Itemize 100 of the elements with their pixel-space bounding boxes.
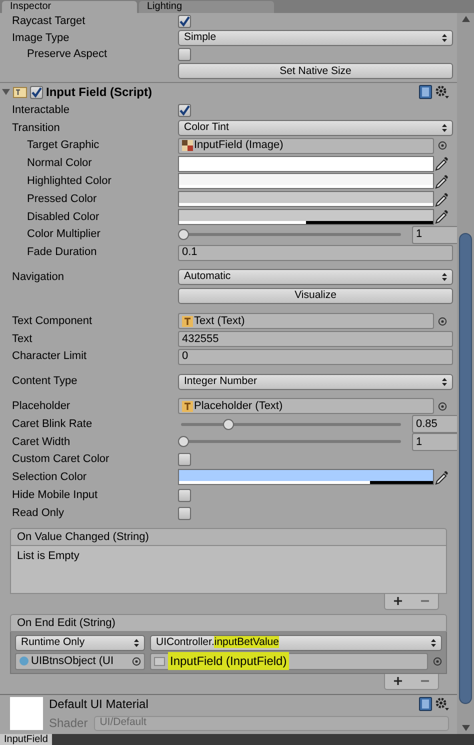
- checkbox[interactable]: [178, 14, 191, 28]
- checkbox[interactable]: [178, 104, 191, 117]
- object-field[interactable]: InputField (Image): [178, 138, 434, 154]
- number-field[interactable]: 1: [412, 226, 460, 244]
- component-title: Input Field (Script): [46, 84, 153, 102]
- color-field[interactable]: [178, 191, 434, 208]
- image-icon: [182, 140, 193, 152]
- property-label: Color Multiplier: [26, 227, 102, 242]
- property-label: Selection Color: [11, 470, 88, 486]
- object-field[interactable]: Text (Text): [178, 313, 434, 330]
- argument-text: InputField (InputField): [168, 652, 289, 670]
- property-label: Normal Color: [26, 156, 93, 172]
- dropdown[interactable]: Runtime Only: [15, 634, 145, 651]
- target-icon[interactable]: [438, 402, 447, 411]
- slider-thumb[interactable]: [178, 436, 189, 448]
- scrollbar-thumb[interactable]: [459, 232, 472, 704]
- color-field[interactable]: [178, 208, 434, 225]
- slider-thumb[interactable]: [178, 229, 189, 240]
- checkbox[interactable]: [178, 48, 191, 61]
- object-icon: [19, 656, 29, 666]
- remove-icon[interactable]: [420, 680, 429, 682]
- dropdown[interactable]: Integer Number: [178, 374, 453, 390]
- footer-tab[interactable]: InputField: [0, 734, 52, 745]
- dropdown-arrows-icon: [134, 638, 139, 647]
- object-field[interactable]: Placeholder (Text): [178, 398, 434, 414]
- checkbox[interactable]: [178, 506, 191, 520]
- input-field[interactable]: 0: [178, 348, 453, 365]
- help-book-icon[interactable]: [419, 697, 432, 711]
- scrollbar[interactable]: [457, 13, 474, 734]
- component-icon: [154, 656, 165, 666]
- property-label: Target Graphic: [26, 138, 100, 154]
- target-icon[interactable]: [438, 141, 447, 150]
- method-name: inputBetValue: [214, 636, 279, 648]
- action-button[interactable]: Visualize: [178, 288, 453, 304]
- eyedropper-icon[interactable]: [435, 156, 449, 172]
- add-icon[interactable]: [394, 597, 402, 606]
- target-icon[interactable]: [132, 656, 141, 666]
- property-label: Navigation: [11, 270, 65, 286]
- remove-icon[interactable]: [420, 600, 429, 602]
- property-label: Custom Caret Color: [11, 452, 110, 468]
- text-icon: [182, 316, 193, 327]
- add-icon[interactable]: [394, 677, 402, 686]
- help-book-icon[interactable]: [419, 85, 432, 100]
- object-field[interactable]: InputField (InputField): [150, 652, 428, 670]
- input-field[interactable]: 432555: [178, 330, 453, 347]
- property-label: Text: [11, 332, 34, 347]
- property-label: Character Limit: [11, 349, 88, 364]
- tab[interactable]: Lighting: [139, 1, 274, 13]
- dropdown-arrows-icon: [442, 34, 447, 42]
- dropdown[interactable]: Automatic: [178, 269, 453, 286]
- property-label: Image Type: [11, 30, 70, 46]
- check-icon: [179, 104, 190, 116]
- material-name: Default UI Material: [49, 696, 148, 713]
- slider-thumb[interactable]: [223, 418, 234, 430]
- property-label: Read Only: [11, 506, 65, 521]
- settings-icon[interactable]: [435, 85, 449, 100]
- property-label: Hide Mobile Input: [11, 488, 99, 504]
- color-field[interactable]: [178, 156, 434, 172]
- class-name: UIController.: [156, 636, 214, 648]
- object-field[interactable]: UIBtnsObject (UI: [15, 652, 145, 670]
- tab[interactable]: Inspector: [2, 1, 137, 13]
- color-field[interactable]: [178, 173, 434, 190]
- eyedropper-icon[interactable]: [435, 174, 449, 189]
- script-icon: [13, 86, 27, 98]
- action-button[interactable]: Set Native Size: [178, 63, 453, 80]
- component-header[interactable]: Input Field (Script): [0, 82, 457, 102]
- dropdown-arrows-icon: [431, 638, 436, 647]
- material-preview: [10, 697, 43, 730]
- property-label: Highlighted Color: [26, 174, 112, 190]
- eyedropper-icon[interactable]: [435, 192, 449, 207]
- property-label: Pressed Color: [26, 192, 98, 207]
- property-label: Caret Blink Rate: [11, 416, 94, 432]
- property-label: Disabled Color: [26, 210, 100, 225]
- event-header: On End Edit (String): [10, 614, 447, 632]
- text-icon: [182, 400, 193, 412]
- check-icon: [31, 86, 42, 98]
- settings-icon[interactable]: [435, 697, 449, 711]
- target-icon[interactable]: [438, 316, 447, 326]
- checkbox[interactable]: [178, 488, 191, 502]
- scroll-down-icon[interactable]: [462, 725, 470, 731]
- checkbox[interactable]: [30, 86, 43, 99]
- target-icon[interactable]: [433, 656, 442, 666]
- eyedropper-icon[interactable]: [435, 209, 449, 224]
- eyedropper-icon[interactable]: [435, 470, 449, 485]
- property-label: Fade Duration: [26, 245, 98, 260]
- dropdown-arrows-icon: [442, 273, 447, 282]
- checkbox[interactable]: [178, 453, 191, 466]
- dropdown-arrows-icon: [442, 124, 447, 132]
- dropdown[interactable]: UIController.inputBetValue: [150, 634, 442, 651]
- input-field[interactable]: 0.1: [178, 244, 453, 261]
- shader-label: Shader: [49, 715, 88, 732]
- color-field[interactable]: [178, 469, 434, 486]
- scroll-up-icon[interactable]: [462, 16, 470, 22]
- dropdown[interactable]: Simple: [178, 30, 453, 46]
- check-icon: [179, 16, 190, 27]
- foldout-icon[interactable]: [2, 88, 10, 96]
- number-field[interactable]: 0.85: [412, 415, 460, 434]
- empty-list-text: List is Empty: [17, 550, 80, 562]
- dropdown-arrows-icon: [442, 378, 447, 386]
- dropdown[interactable]: Color Tint: [178, 120, 453, 136]
